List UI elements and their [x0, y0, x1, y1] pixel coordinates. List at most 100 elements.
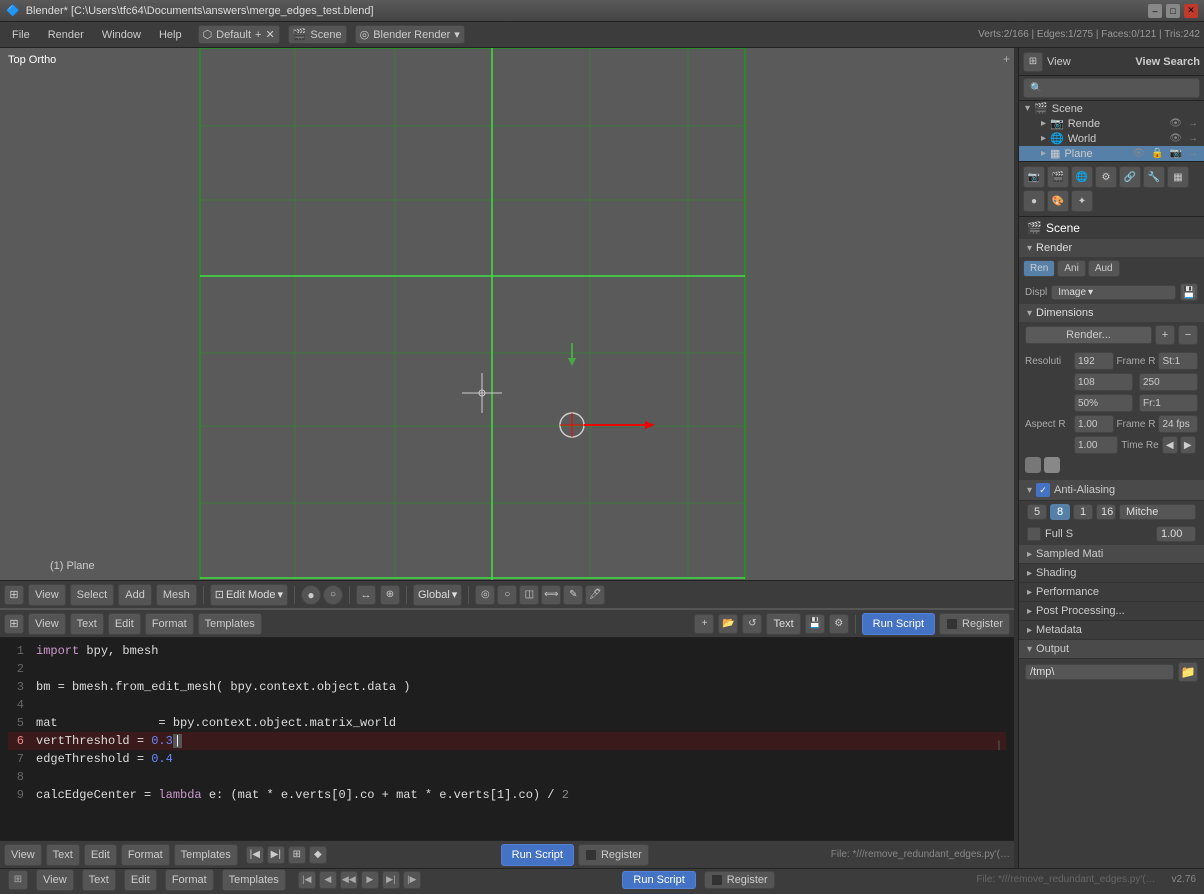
- aa-s2[interactable]: 8: [1050, 504, 1070, 520]
- script-reload-btn[interactable]: ↺: [742, 614, 762, 634]
- script-line-start-btn[interactable]: |◀: [246, 846, 264, 864]
- script-line-end-btn[interactable]: ▶|: [267, 846, 285, 864]
- script-save-btn[interactable]: 💾: [805, 614, 825, 634]
- status-run-script-btn[interactable]: Run Script: [622, 871, 695, 889]
- render-button[interactable]: Render...: [1025, 326, 1152, 344]
- aa-s3[interactable]: 1: [1073, 504, 1093, 520]
- expand-icon[interactable]: +: [1003, 52, 1010, 66]
- frame-step-fwd-btn[interactable]: ▶|: [382, 871, 400, 889]
- mirror-btn[interactable]: ⟺: [541, 585, 561, 605]
- prop-object-btn[interactable]: ⚙: [1095, 166, 1117, 188]
- status-format-btn[interactable]: Format: [165, 869, 214, 891]
- run-script-btn-bottom[interactable]: Run Script: [501, 844, 574, 866]
- script-content[interactable]: 1 import bpy, bmesh 2 3 bm = bmesh.from_…: [0, 638, 1014, 840]
- render-section-header[interactable]: ▾ Render: [1019, 239, 1204, 257]
- script-bottom-templates-btn[interactable]: Templates: [174, 844, 238, 866]
- onion-skin-btn[interactable]: ◫: [519, 585, 539, 605]
- prop-constraints-btn[interactable]: 🔗: [1119, 166, 1141, 188]
- scene-selector[interactable]: 🎬 Scene: [288, 25, 347, 44]
- outliner-item-scene[interactable]: ▾ 🎬 Scene: [1019, 101, 1204, 116]
- proportional-btn[interactable]: ○: [497, 585, 517, 605]
- aa-s4[interactable]: 16: [1096, 504, 1116, 520]
- frame-rate-input[interactable]: 24 fps: [1158, 415, 1198, 433]
- script-new-btn[interactable]: +: [694, 614, 714, 634]
- color-b[interactable]: [1044, 457, 1060, 473]
- shading-solid-btn[interactable]: ●: [301, 585, 321, 605]
- image-selector[interactable]: Image ▾: [1051, 285, 1176, 300]
- frame-step-back-btn[interactable]: ◀: [319, 871, 337, 889]
- status-view-btn[interactable]: View: [36, 869, 74, 891]
- metadata-section-header[interactable]: ▸ Metadata: [1019, 621, 1204, 640]
- manipulator-btn[interactable]: ↔: [356, 585, 376, 605]
- frame-end-btn[interactable]: |▶: [403, 871, 421, 889]
- render-plus-btn[interactable]: +: [1155, 325, 1175, 345]
- register-checkbox-bottom[interactable]: [585, 849, 597, 861]
- status-templates-btn[interactable]: Templates: [222, 869, 286, 891]
- script-templates-btn[interactable]: Templates: [198, 613, 262, 635]
- output-folder-btn[interactable]: 📁: [1178, 662, 1198, 682]
- subtab-sound[interactable]: Aud: [1088, 260, 1120, 277]
- register-btn-bottom[interactable]: Register: [578, 844, 649, 866]
- frame-r-input[interactable]: St:1: [1158, 352, 1198, 370]
- script-bottom-view-btn[interactable]: View: [4, 844, 42, 866]
- aa-checkbox[interactable]: ✓: [1036, 483, 1050, 497]
- view-menu-btn[interactable]: View: [28, 584, 66, 606]
- subtab-anim[interactable]: Ani: [1057, 260, 1085, 277]
- script-keyframe-btn[interactable]: ◆: [309, 846, 327, 864]
- frame-prev-btn[interactable]: |◀: [298, 871, 316, 889]
- editor-type-btn[interactable]: ⊞: [4, 585, 24, 605]
- script-editor-type-btn[interactable]: ⊞: [4, 614, 24, 634]
- prop-data-btn[interactable]: ▦: [1167, 166, 1189, 188]
- status-editor-type[interactable]: ⊞: [8, 870, 28, 890]
- menu-render[interactable]: Render: [40, 27, 92, 43]
- outliner-item-world[interactable]: ▸ 🌐 World 👁 →: [1019, 131, 1204, 146]
- aa-s1[interactable]: 5: [1027, 504, 1047, 520]
- prop-modifiers-btn[interactable]: 🔧: [1143, 166, 1165, 188]
- sampled-motion-blur-header[interactable]: ▸ Sampled Mati: [1019, 545, 1204, 564]
- maximize-button[interactable]: □: [1166, 4, 1180, 18]
- pivot-selector[interactable]: Global ▾: [413, 584, 462, 606]
- menu-file[interactable]: File: [4, 27, 38, 43]
- script-frame-btn[interactable]: ⊞: [288, 846, 306, 864]
- script-bottom-edit-btn[interactable]: Edit: [84, 844, 117, 866]
- prop-render-btn[interactable]: 📷: [1023, 166, 1045, 188]
- prop-material-btn[interactable]: ●: [1023, 190, 1045, 212]
- output-path-input[interactable]: /tmp\: [1025, 664, 1174, 680]
- subtab-render[interactable]: Ren: [1023, 260, 1055, 277]
- shading-section-header[interactable]: ▸ Shading: [1019, 564, 1204, 583]
- script-format-btn[interactable]: Format: [145, 613, 194, 635]
- script-text-btn[interactable]: Text: [70, 613, 104, 635]
- mesh-menu-btn[interactable]: Mesh: [156, 584, 197, 606]
- script-bottom-text-btn[interactable]: Text: [46, 844, 80, 866]
- resolution-y-input[interactable]: 108: [1074, 373, 1133, 391]
- mode-selector[interactable]: ⊡ Edit Mode ▾: [210, 584, 288, 606]
- percent-input[interactable]: 50%: [1074, 394, 1133, 412]
- play-reverse-btn[interactable]: ◀◀: [340, 871, 358, 889]
- prop-edit-btn[interactable]: ◎: [475, 585, 495, 605]
- post-processing-section-header[interactable]: ▸ Post Processing...: [1019, 602, 1204, 621]
- select-menu-btn[interactable]: Select: [70, 584, 115, 606]
- status-edit-btn[interactable]: Edit: [124, 869, 157, 891]
- aspect-x-input[interactable]: 1.00: [1074, 415, 1114, 433]
- prop-texture-btn[interactable]: 🎨: [1047, 190, 1069, 212]
- dimensions-section-header[interactable]: ▾ Dimensions: [1019, 304, 1204, 322]
- outliner-view-btn[interactable]: View: [1047, 56, 1071, 68]
- status-register-cb[interactable]: [711, 874, 723, 886]
- script-props-btn[interactable]: ⚙: [829, 614, 849, 634]
- aspect-y-input[interactable]: 1.00: [1074, 436, 1118, 454]
- time-next-btn[interactable]: ▶: [1180, 436, 1196, 454]
- close-button[interactable]: ✕: [1184, 4, 1198, 18]
- script-view-btn[interactable]: View: [28, 613, 66, 635]
- menu-help[interactable]: Help: [151, 27, 190, 43]
- resolution-x-input[interactable]: 192: [1074, 352, 1114, 370]
- performance-section-header[interactable]: ▸ Performance: [1019, 583, 1204, 602]
- minimize-button[interactable]: –: [1148, 4, 1162, 18]
- outliner-editor-type[interactable]: ⊞: [1023, 52, 1043, 72]
- frame-end-input[interactable]: 250: [1139, 373, 1198, 391]
- frame-fr-input[interactable]: Fr:1: [1139, 394, 1198, 412]
- prop-world-btn[interactable]: 🌐: [1071, 166, 1093, 188]
- status-register-btn[interactable]: Register: [704, 871, 775, 889]
- outliner-search-btn[interactable]: View Search: [1135, 56, 1200, 68]
- full-s-input[interactable]: 1.00: [1156, 526, 1196, 542]
- register-btn[interactable]: Register: [939, 613, 1010, 635]
